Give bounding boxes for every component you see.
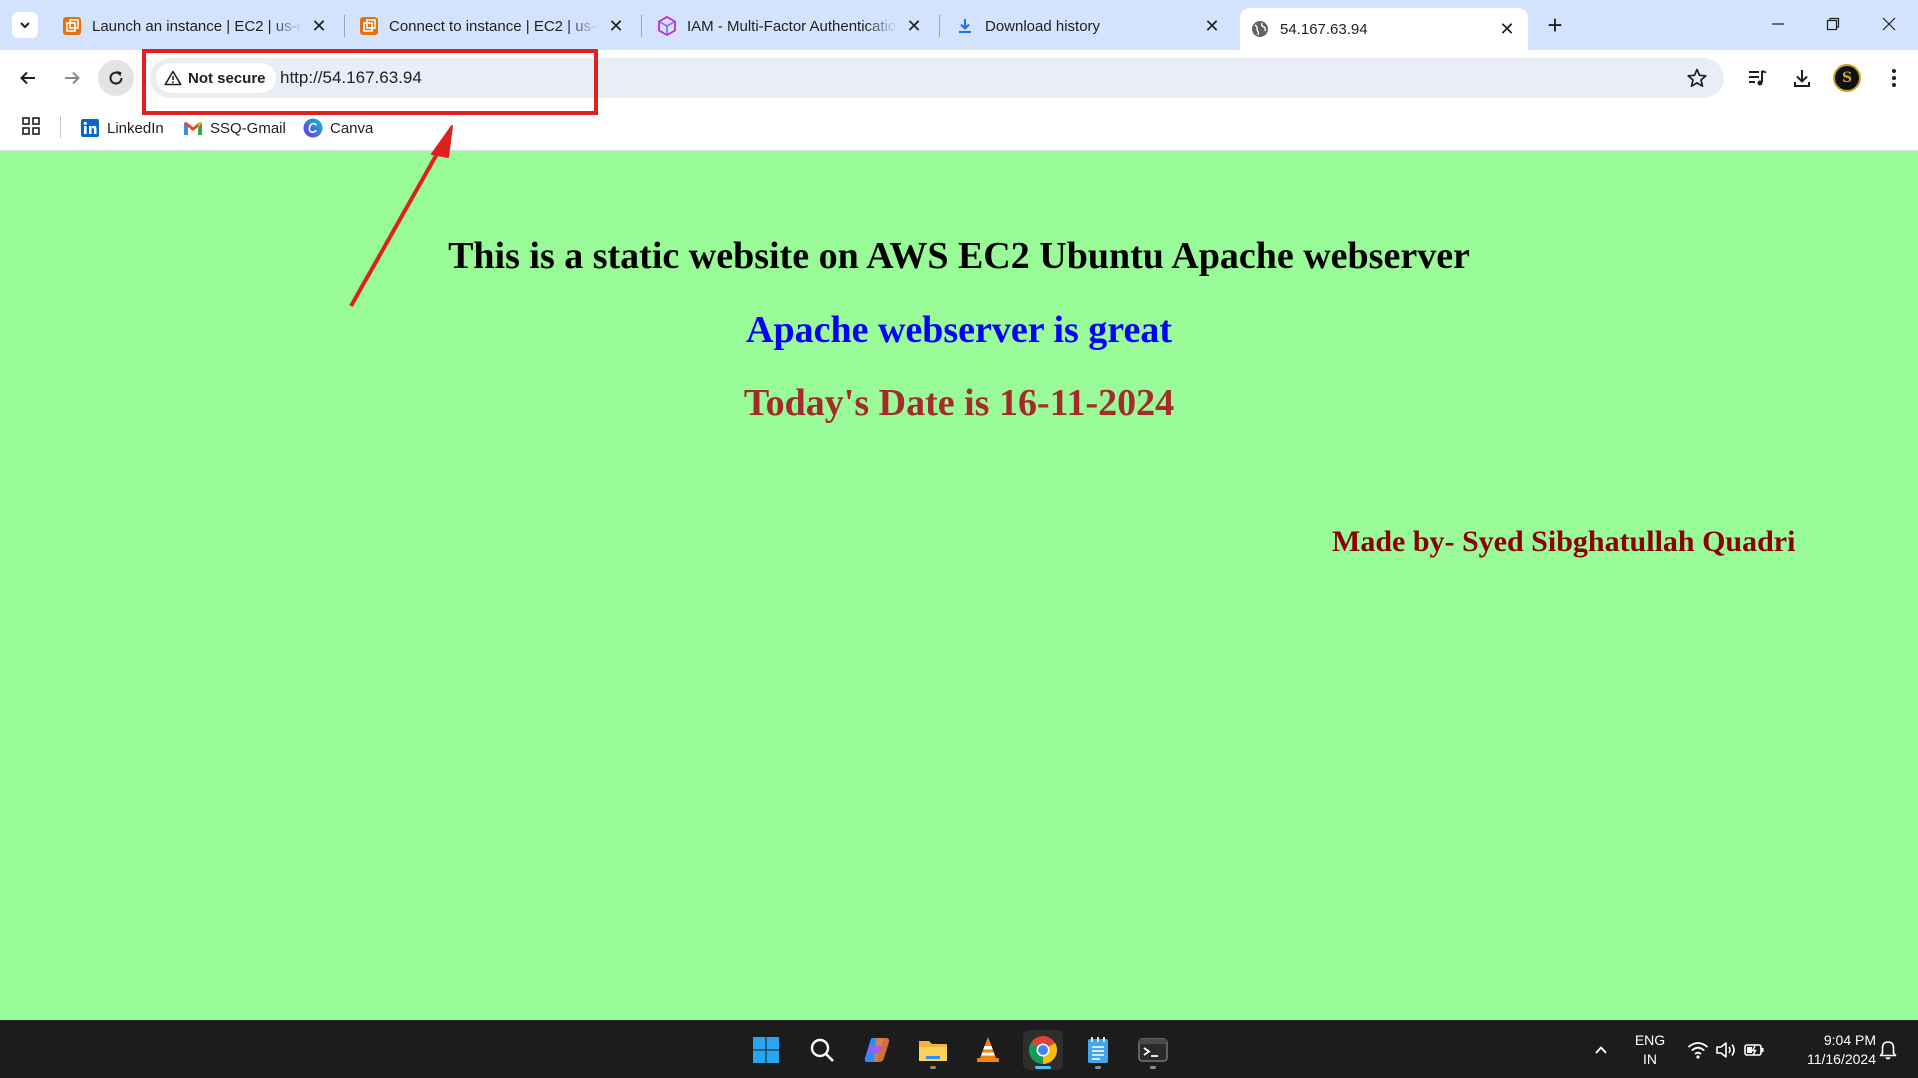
tab-title: Launch an instance | EC2 | us-east-1 [92,17,302,35]
new-tab-button[interactable]: + [1540,10,1570,40]
wifi-icon [1687,1042,1709,1059]
tab-title: Connect to instance | EC2 | us-east-1 [389,17,599,35]
minimize-icon [1772,23,1784,25]
page-heading: This is a static website on AWS EC2 Ubun… [448,235,1470,277]
bookmark-linkedin[interactable]: LinkedIn [80,116,164,140]
aws-ec2-icon [359,16,379,36]
reload-button[interactable] [98,60,134,96]
gmail-icon [183,118,203,138]
notepad-button[interactable] [1078,1030,1118,1070]
address-bar-highlight [142,49,598,115]
canva-icon [303,118,323,138]
clock-date: 11/16/2024 [1806,1051,1876,1067]
chevron-down-icon [20,22,30,29]
author-credit: Made by- Syed Sibghatullah Quadri [1332,525,1796,558]
profile-avatar[interactable]: S [1833,64,1861,92]
download-icon [955,16,975,36]
bookmark-label: Canva [330,119,374,137]
restore-icon [1826,17,1840,31]
restore-button[interactable] [1810,8,1856,40]
reload-icon [109,71,123,85]
tab-divider [641,15,642,37]
notepad-icon [1088,1037,1108,1063]
search-icon [810,1038,834,1062]
taskbar-search-button[interactable] [802,1030,842,1070]
bookmark-canva[interactable]: Canva [303,116,373,140]
vlc-button[interactable] [968,1030,1008,1070]
bookmark-label: LinkedIn [107,119,164,137]
bookmark-ssq-gmail[interactable]: SSQ-Gmail [183,116,286,140]
running-indicator [930,1066,936,1069]
linkedin-icon [80,118,100,138]
region-code: IN [1643,1051,1657,1067]
chrome-button[interactable] [1023,1030,1063,1070]
tab-title: Download history [985,17,1101,35]
file-explorer-icon [919,1041,947,1061]
bookmark-label: SSQ-Gmail [210,119,286,137]
volume-icon [1716,1042,1735,1058]
tab-title: IAM - Multi-Factor Authentication [687,17,897,35]
close-window-button[interactable] [1866,8,1912,40]
tab-strip: Launch an instance | EC2 | us-east-1 ✕ C… [0,0,1918,50]
vlc-icon [977,1037,999,1062]
close-icon[interactable]: ✕ [903,15,925,37]
apps-grid-icon[interactable] [21,116,41,136]
terminal-button[interactable] [1133,1030,1173,1070]
notifications-button[interactable] [1872,1030,1904,1070]
forward-button[interactable] [54,60,90,96]
browser-menu-button[interactable] [1878,62,1910,94]
quick-settings-button[interactable] [1677,1030,1775,1070]
running-indicator [1095,1066,1101,1069]
close-icon[interactable]: ✕ [308,15,330,37]
aws-ec2-icon [62,16,82,36]
tab-divider [344,15,345,37]
chrome-icon [1029,1036,1057,1064]
reading-list-button[interactable] [1741,62,1773,94]
language-code: ENG [1634,1032,1666,1048]
chevron-up-icon [1595,1046,1607,1054]
copilot-button[interactable] [857,1030,897,1070]
close-icon[interactable]: ✕ [1496,18,1518,40]
bookmark-star-icon[interactable] [1686,67,1708,89]
tab-iam-mfa[interactable]: IAM - Multi-Factor Authentication ✕ [647,10,935,42]
tab-launch-instance[interactable]: Launch an instance | EC2 | us-east-1 ✕ [52,10,340,42]
minimize-button[interactable] [1755,8,1801,40]
tab-active-site[interactable]: 54.167.63.94 ✕ [1240,8,1528,50]
close-icon[interactable]: ✕ [605,15,627,37]
more-vertical-icon [1892,69,1896,87]
page-subheading: Apache webserver is great [746,309,1172,351]
arrow-left-icon [20,71,35,85]
page-date-line: Today's Date is 16-11-2024 [743,382,1175,424]
windows-taskbar: ENG IN 9:04 PM 11/16/2024 [0,1020,1918,1078]
windows-start-icon [753,1037,779,1063]
bookmarks-divider [60,116,61,138]
file-explorer-button[interactable] [913,1030,953,1070]
running-indicator [1035,1066,1051,1069]
close-icon [1882,17,1896,31]
system-clock[interactable]: 9:04 PM 11/16/2024 [1780,1031,1876,1069]
aws-iam-icon [657,16,677,36]
copilot-icon [864,1038,890,1062]
back-button[interactable] [10,60,46,96]
show-hidden-icons-button[interactable] [1583,1030,1619,1070]
input-language-indicator[interactable]: ENG IN [1632,1031,1668,1069]
bell-icon [1879,1041,1897,1060]
arrow-right-icon [65,71,80,85]
downloads-button[interactable] [1786,62,1818,94]
terminal-icon [1138,1038,1168,1062]
download-icon [1794,70,1810,87]
tab-download-history[interactable]: Download history ✕ [945,10,1233,42]
media-controls-icon [1749,70,1767,86]
close-icon[interactable]: ✕ [1201,15,1223,37]
tab-divider [939,15,940,37]
start-button[interactable] [746,1030,786,1070]
tab-search-button[interactable] [12,12,38,38]
battery-charging-icon [1744,1044,1764,1056]
clock-time: 9:04 PM [1823,1032,1876,1048]
tab-connect-instance[interactable]: Connect to instance | EC2 | us-east-1 ✕ [349,10,637,42]
tab-title: 54.167.63.94 [1280,20,1368,38]
globe-icon [1250,19,1270,39]
running-indicator [1150,1066,1156,1069]
web-page-content: This is a static website on AWS EC2 Ubun… [0,151,1918,1020]
